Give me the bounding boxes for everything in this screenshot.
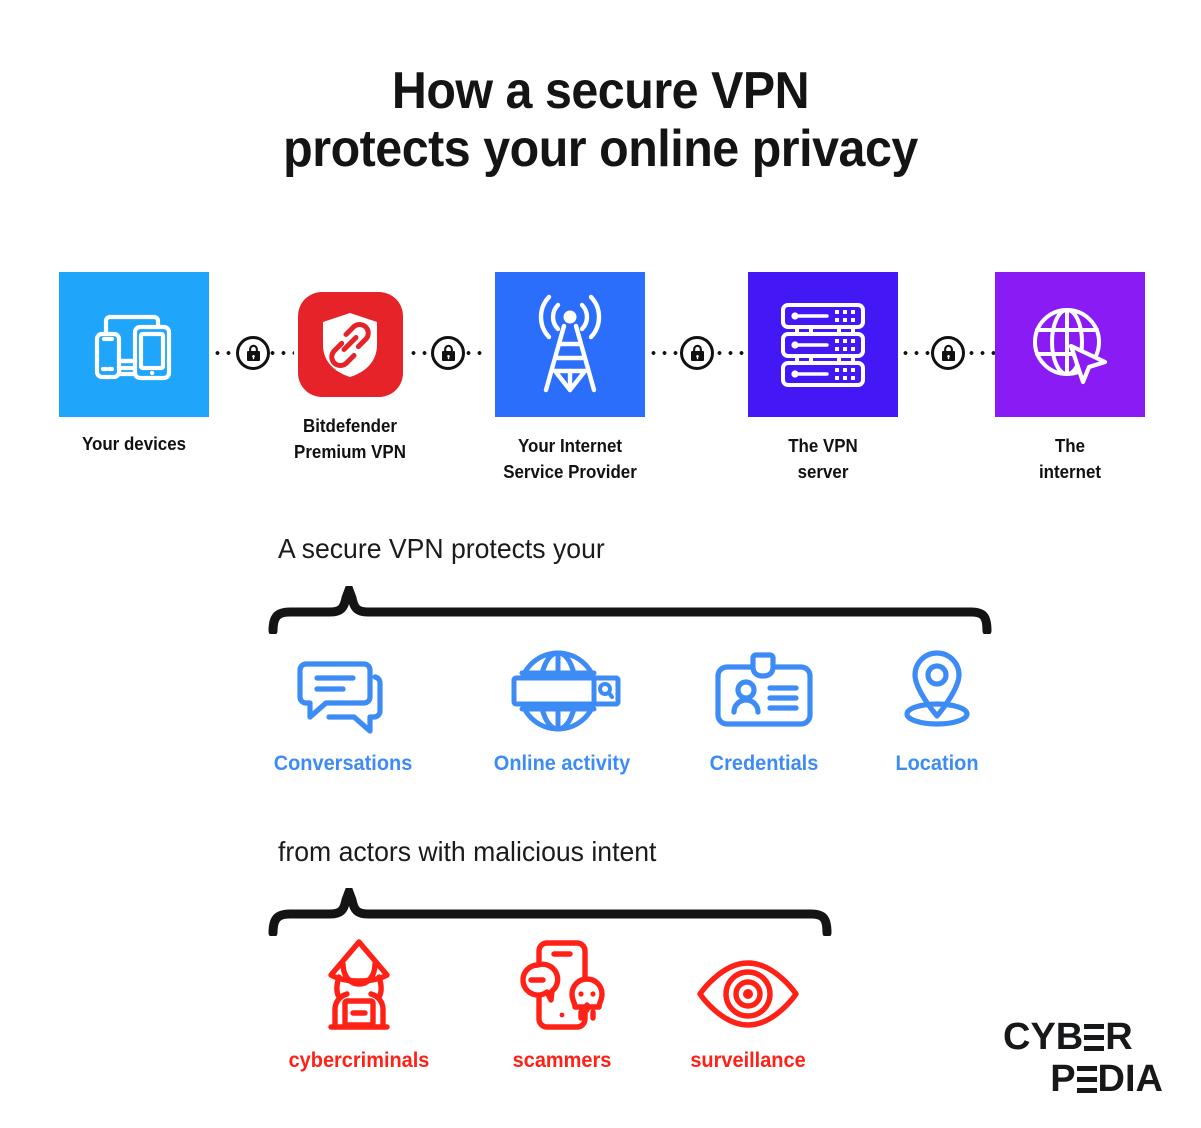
flow-node-label: Your Internet Service Provider [500, 433, 641, 485]
flow-node-label: The internet [1000, 433, 1141, 485]
flow-node-isp: Your Internet Service Provider [495, 272, 645, 485]
flow-node-label: Bitdefender Premium VPN [280, 413, 421, 465]
protect-item-label: Online activity [493, 752, 631, 775]
flow-node-label: The VPN server [753, 433, 894, 485]
page-title: How a secure VPN protects your online pr… [42, 62, 1159, 178]
threat-item-label: cybercriminals [288, 1049, 430, 1072]
protects-brace [268, 586, 992, 634]
logo-stylized-e-1 [1084, 1023, 1105, 1051]
protects-items: Conversations Online activity Credential… [0, 648, 1201, 788]
protect-item-credentials: Credentials [684, 648, 844, 776]
radio-tower-icon [538, 294, 602, 392]
devices-tile [59, 272, 209, 417]
lock-icon-4 [931, 336, 965, 370]
label-line-1: The VPN [788, 436, 858, 456]
label-line-1: Your devices [81, 434, 187, 454]
protect-item-conversations: Conversations [263, 648, 423, 776]
protect-item-location: Location [857, 648, 1017, 776]
title-line-2: protects your online privacy [283, 120, 918, 178]
bitdefender-tile [297, 292, 403, 397]
chat-bubbles-icon [263, 648, 423, 734]
label-line-2: Service Provider [503, 462, 637, 482]
threat-item-cybercriminals: cybercriminals [279, 939, 439, 1073]
threats-brace [268, 888, 832, 936]
map-pin-icon [857, 648, 1017, 734]
logo-text-p: P [1050, 1058, 1076, 1100]
threat-item-label: surveillance [690, 1049, 806, 1072]
label-line-2: server [797, 462, 849, 482]
flow-node-the-internet: The internet [995, 272, 1145, 485]
logo-line-1: CYB R [1003, 1018, 1163, 1056]
id-badge-icon [684, 648, 844, 734]
flow-node-bitdefender-vpn: Bitdefender Premium VPN [275, 272, 425, 465]
label-line-1: The [1054, 436, 1086, 456]
flow-node-label: Your devices [64, 431, 205, 457]
logo-text-cyb: CYB [1003, 1016, 1084, 1058]
protects-heading: A secure VPN protects your [278, 533, 605, 564]
flow-node-vpn-server: The VPN server [748, 272, 898, 485]
protect-item-online-activity: Online activity [482, 648, 642, 776]
isp-tile [495, 272, 645, 417]
devices-icon [94, 314, 172, 380]
label-line-2: internet [1038, 462, 1102, 482]
threat-item-label: scammers [512, 1049, 612, 1072]
shield-link-icon [323, 312, 377, 377]
logo-line-2: P DIA [1003, 1060, 1163, 1098]
protect-item-label: Conversations [273, 752, 413, 775]
vpn-server-tile [748, 272, 898, 417]
internet-tile [995, 272, 1145, 417]
vpn-flow-diagram: Your devices Bitdefender Premium VPN You… [0, 272, 1201, 502]
cyberpedia-logo: CYB R P DIA [1003, 1018, 1163, 1098]
protect-item-label: Location [895, 752, 979, 775]
flow-node-your-devices: Your devices [59, 272, 209, 457]
eye-icon [668, 945, 828, 1031]
phone-skull-icon [482, 940, 642, 1031]
logo-stylized-e-2 [1076, 1065, 1097, 1093]
globe-search-icon [482, 648, 642, 734]
logo-text-dia: DIA [1097, 1058, 1163, 1100]
threat-item-scammers: scammers [482, 940, 642, 1073]
server-rack-icon [781, 302, 865, 387]
threat-item-surveillance: surveillance [668, 945, 828, 1073]
title-line-1: How a secure VPN [391, 62, 810, 120]
label-line-2: Premium VPN [294, 442, 406, 462]
lock-icon-1 [236, 336, 270, 370]
lock-icon-3 [680, 336, 714, 370]
threats-heading: from actors with malicious intent [278, 836, 657, 867]
logo-text-r: R [1105, 1016, 1133, 1058]
lock-icon-2 [431, 336, 465, 370]
protect-item-label: Credentials [709, 752, 819, 775]
globe-cursor-icon [1033, 307, 1108, 384]
hooded-hacker-icon [279, 939, 439, 1031]
infographic-canvas: How a secure VPN protects your online pr… [0, 0, 1201, 1128]
label-line-1: Bitdefender [302, 416, 397, 436]
label-line-1: Your Internet [517, 436, 623, 456]
